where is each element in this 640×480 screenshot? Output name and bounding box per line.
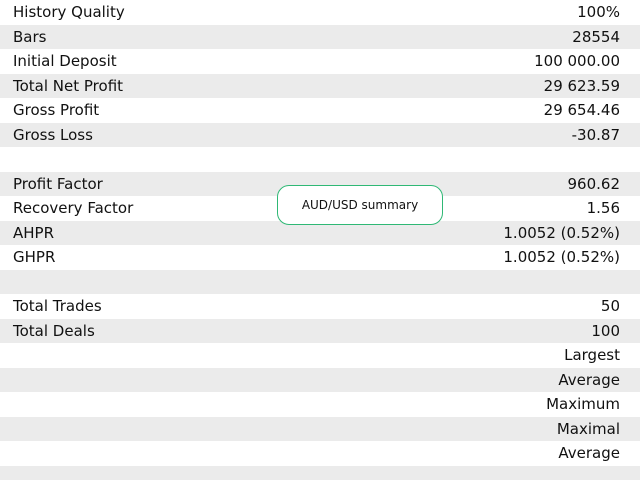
row-label: Total Net Profit bbox=[13, 76, 124, 95]
row-average: Average bbox=[0, 441, 640, 466]
row-bars: Bars 28554 bbox=[0, 24, 640, 49]
strategy-report-table: History Quality 100% Bars 28554 Initial … bbox=[0, 0, 640, 480]
row-value: Maximal bbox=[556, 419, 620, 438]
row-label: Initial Deposit bbox=[13, 52, 117, 70]
row-value: 29 623.59 bbox=[543, 76, 620, 95]
tooltip-text: AUD/USD summary bbox=[301, 198, 419, 212]
row-value: 29 654.46 bbox=[543, 101, 620, 119]
row-maximum: Maximum bbox=[0, 392, 640, 417]
row-label: Total Trades bbox=[13, 297, 102, 315]
row-value: 100 bbox=[591, 321, 620, 340]
row-spacer bbox=[0, 465, 640, 480]
row-gross-profit: Gross Profit 29 654.46 bbox=[0, 98, 640, 123]
row-value: 28554 bbox=[572, 27, 620, 46]
row-label: Gross Loss bbox=[13, 125, 93, 144]
row-value: 1.0052 (0.52%) bbox=[503, 248, 620, 266]
row-value: 960.62 bbox=[567, 174, 621, 193]
row-label: Recovery Factor bbox=[13, 199, 134, 217]
row-value: Average bbox=[558, 370, 620, 389]
row-label: Gross Profit bbox=[13, 101, 100, 119]
row-label: Bars bbox=[13, 27, 47, 46]
row-history-quality: History Quality 100% bbox=[0, 0, 640, 25]
row-value: 50 bbox=[600, 297, 620, 315]
row-value: 1.0052 (0.52%) bbox=[503, 223, 620, 242]
row-ghpr: GHPR 1.0052 (0.52%) bbox=[0, 245, 640, 270]
row-total-net-profit: Total Net Profit 29 623.59 bbox=[0, 73, 640, 98]
row-value: Largest bbox=[564, 346, 620, 364]
row-largest: Largest bbox=[0, 343, 640, 368]
row-label: Total Deals bbox=[13, 321, 95, 340]
row-average: Average bbox=[0, 367, 640, 392]
row-value: 100 000.00 bbox=[534, 52, 620, 70]
row-value: Average bbox=[558, 444, 620, 462]
row-initial-deposit: Initial Deposit 100 000.00 bbox=[0, 49, 640, 74]
row-total-deals: Total Deals 100 bbox=[0, 318, 640, 343]
row-total-trades: Total Trades 50 bbox=[0, 294, 640, 319]
row-value: -30.87 bbox=[571, 125, 620, 144]
row-spacer bbox=[0, 269, 640, 294]
row-value: Maximum bbox=[546, 395, 620, 413]
row-value: 100% bbox=[577, 3, 620, 21]
row-value: 1.56 bbox=[586, 199, 620, 217]
row-label: History Quality bbox=[13, 3, 125, 21]
row-label: Profit Factor bbox=[13, 174, 103, 193]
row-label: AHPR bbox=[13, 223, 55, 242]
row-spacer bbox=[0, 147, 640, 172]
row-gross-loss: Gross Loss -30.87 bbox=[0, 122, 640, 147]
row-maximal: Maximal bbox=[0, 416, 640, 441]
row-label: GHPR bbox=[13, 248, 56, 266]
summary-tooltip: AUD/USD summary bbox=[277, 185, 443, 225]
